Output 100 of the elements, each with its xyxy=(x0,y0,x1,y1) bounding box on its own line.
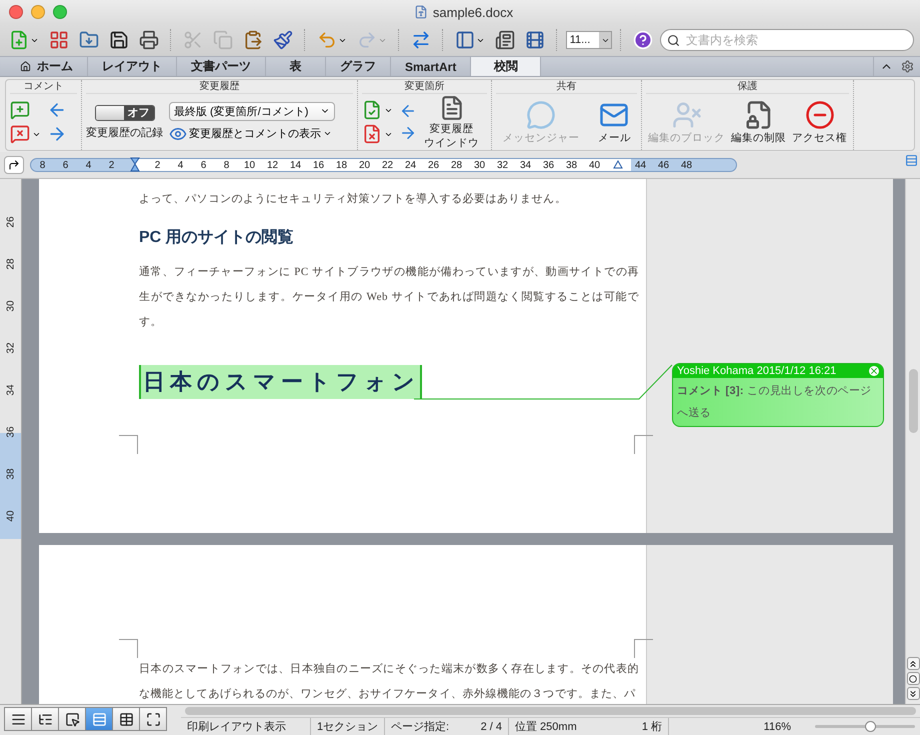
ribbon-tab[interactable]: 校閲 xyxy=(471,57,542,76)
zoom-button[interactable] xyxy=(53,5,67,19)
ruler-label: 2 xyxy=(108,160,116,170)
newspaper-icon xyxy=(494,30,515,50)
next-page-button[interactable] xyxy=(906,687,920,700)
table-icon xyxy=(118,712,134,726)
ruler-label: 4 xyxy=(176,160,184,170)
help-icon xyxy=(632,30,653,50)
page-text: 2 / 4 xyxy=(480,720,502,732)
ruler-label: 26 xyxy=(4,216,17,228)
circle-icon xyxy=(909,674,917,682)
ruler-label: 38 xyxy=(4,468,17,480)
ribbon-tab[interactable]: ホーム xyxy=(6,57,88,76)
minimize-button[interactable] xyxy=(31,5,45,19)
horizontal-scrollbar[interactable] xyxy=(185,707,916,715)
copy-icon xyxy=(212,30,233,50)
close-icon[interactable] xyxy=(869,366,879,376)
font-size-field[interactable]: 11... xyxy=(566,31,612,49)
group-title: 保護 xyxy=(646,80,849,94)
ruler-label: 8 xyxy=(222,160,230,170)
zoom-thumb[interactable] xyxy=(865,721,876,732)
search-icon xyxy=(666,34,680,46)
undo-icon xyxy=(316,30,337,50)
ruler-label: 40 xyxy=(588,160,602,170)
ribbon-tab[interactable]: グラフ xyxy=(326,57,391,76)
group-title: 共有 xyxy=(496,80,637,94)
scroll-thumb[interactable] xyxy=(908,369,918,433)
zoom-text: 116% xyxy=(764,720,791,732)
ruler-label: 48 xyxy=(680,160,694,170)
ruler-view-icon[interactable] xyxy=(905,154,918,167)
reject-button[interactable] xyxy=(362,124,393,144)
maximize-icon xyxy=(146,712,160,726)
indent-marker-icon[interactable] xyxy=(130,157,140,173)
column-text: 1 桁 xyxy=(642,720,662,734)
ruler-label: 32 xyxy=(496,160,510,170)
body-paragraph: よって、パソコンのようにセキュリティ対策ソフトを導入する必要はありません。 xyxy=(139,192,568,207)
position-text: 位置 250mm xyxy=(515,720,577,734)
double-down-icon xyxy=(908,688,918,698)
delete-comment-button[interactable] xyxy=(10,124,41,144)
ruler-label: 26 xyxy=(426,160,440,170)
margin-mark xyxy=(119,639,138,658)
mail-button[interactable]: メール xyxy=(596,100,632,144)
ribbon-tab[interactable]: レイアウト xyxy=(88,57,177,76)
lines-icon xyxy=(10,712,26,726)
previous-page-button[interactable] xyxy=(906,657,920,670)
button-label: ウインドウ xyxy=(424,137,479,149)
search-input[interactable]: 文書内を検索 xyxy=(684,32,913,48)
comment-plus-icon xyxy=(10,100,30,120)
review-window-button[interactable]: 変更履歴 ウインドウ xyxy=(423,95,480,149)
sidebar-icon xyxy=(454,30,475,50)
ruler-label: 34 xyxy=(4,384,17,396)
track-changes-toggle[interactable]: オフ xyxy=(94,104,154,120)
view-button[interactable] xyxy=(31,707,59,731)
ruler-label: 12 xyxy=(266,160,280,170)
print-icon xyxy=(139,30,159,50)
view-button[interactable] xyxy=(112,707,140,731)
next-change-button[interactable] xyxy=(399,124,417,142)
film-icon xyxy=(524,30,545,50)
ruler-label: 10 xyxy=(242,160,256,170)
ruler-label: 4 xyxy=(84,160,92,170)
cut-icon xyxy=(182,30,203,50)
ruler-label: 20 xyxy=(358,160,372,170)
close-button[interactable] xyxy=(9,5,23,19)
settings-icon[interactable] xyxy=(901,60,914,73)
document-icon xyxy=(414,5,428,19)
new-comment-button[interactable] xyxy=(10,100,30,120)
brush-icon xyxy=(272,30,293,50)
redo-icon xyxy=(356,30,377,50)
browse-button[interactable] xyxy=(906,672,920,685)
display-select[interactable]: 最終版 (変更箇所/コメント) xyxy=(169,102,335,120)
commented-heading: 日本のスマートフォン xyxy=(139,365,422,399)
right-indent-marker-icon[interactable] xyxy=(612,160,622,170)
tab-stop-button[interactable] xyxy=(4,156,24,174)
show-markup-button[interactable]: 変更履歴とコメントの表示 xyxy=(169,124,332,142)
group-title: 変更箇所 xyxy=(362,80,487,94)
ribbon-tab[interactable]: 表 xyxy=(266,57,326,76)
protect-button[interactable]: 編集の制限 xyxy=(730,100,787,144)
protect-button[interactable]: アクセス権 xyxy=(791,100,848,144)
grid-icon xyxy=(49,30,69,50)
previous-change-button[interactable] xyxy=(399,102,417,120)
window-title: sample6.docx xyxy=(432,4,514,20)
paste-icon xyxy=(242,30,263,50)
ruler-label: 6 xyxy=(200,160,208,170)
double-up-icon xyxy=(908,658,918,668)
comment-balloon[interactable]: Yoshie Kohama 2015/1/12 16:21 コメント [3]: この見出しを次のページへ送る xyxy=(672,363,884,427)
search-field[interactable]: 文書内を検索 xyxy=(660,29,914,51)
swap-arrows-icon xyxy=(410,30,431,50)
caret-icon xyxy=(323,129,332,138)
file-check-icon xyxy=(362,100,382,120)
ribbon-tab[interactable]: 文書パーツ xyxy=(177,57,266,76)
view-button[interactable] xyxy=(139,707,167,731)
ruler-label: 28 xyxy=(450,160,464,170)
save-icon xyxy=(109,30,129,50)
accept-button[interactable] xyxy=(362,100,393,120)
view-button[interactable] xyxy=(58,707,86,731)
page-label: ページ指定: xyxy=(391,720,450,734)
ruler-label: 38 xyxy=(564,160,578,170)
view-button[interactable] xyxy=(4,707,32,731)
section-heading: PC 用のサイトの閲覧 xyxy=(139,228,295,248)
comment-x-icon xyxy=(10,124,30,144)
